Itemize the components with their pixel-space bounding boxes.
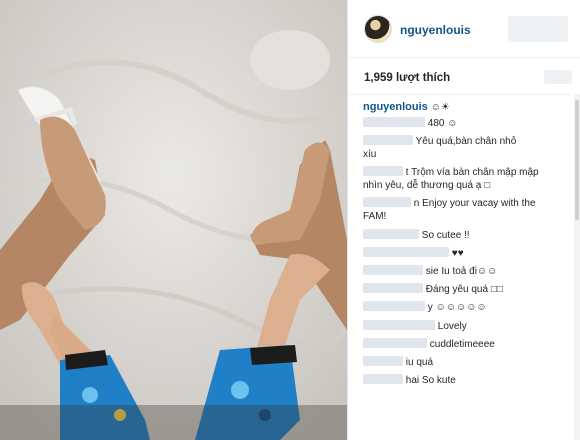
caption-username[interactable]: nguyenlouis <box>363 101 428 113</box>
list-item-continued: FAM! <box>363 210 568 223</box>
blurred-username[interactable] <box>363 247 449 257</box>
scrollbar-thumb[interactable] <box>575 100 579 220</box>
comment-text: t Trộm vía bàn chân mập mập <box>405 167 539 178</box>
list-item: sie Iu toả đi☺☺ <box>363 265 568 278</box>
list-item-continued: nhìn yêu, dễ thương quá ạ □ <box>363 179 568 192</box>
blurred-username[interactable] <box>363 265 423 275</box>
list-item: ♥♥ <box>363 247 568 260</box>
comment-text: nhìn yêu, dễ thương quá ạ □ <box>363 180 491 191</box>
list-item: Yêu quá,bàn chân nhỏ <box>363 135 568 148</box>
caption: nguyenlouis ☺☀ <box>363 101 568 114</box>
list-item: n Enjoy your vacay with the <box>363 197 568 210</box>
post-photo[interactable] <box>0 0 347 440</box>
blurred-username[interactable] <box>363 135 413 145</box>
beach-feet-photo <box>0 0 347 440</box>
blurred-username[interactable] <box>363 301 425 311</box>
comments-list: nguyenlouis ☺☀ 480 ☺ Yêu quá,bàn chân nh… <box>348 94 570 440</box>
list-item: iu quá <box>363 356 568 369</box>
comment-text: Lovely <box>437 321 467 332</box>
blurred-username[interactable] <box>363 338 427 348</box>
comment-text: So cutee !! <box>421 230 470 241</box>
username-link[interactable]: nguyenlouis <box>400 23 471 37</box>
follow-button-blurred[interactable] <box>508 16 568 42</box>
blurred-username[interactable] <box>363 356 403 366</box>
post-sidebar: nguyenlouis 1,959 lượt thích nguyenlouis… <box>347 0 580 440</box>
blurred-username[interactable] <box>363 283 423 293</box>
list-item: hai So kute <box>363 374 568 387</box>
blurred-username[interactable] <box>363 320 435 330</box>
list-item: Lovely <box>363 320 568 333</box>
comment-text: 480 ☺ <box>427 118 458 129</box>
comment-text: y ☺☺☺☺☺ <box>427 302 487 313</box>
comment-text: Đáng yêu quá □□ <box>425 284 503 295</box>
blurred-username[interactable] <box>363 117 425 127</box>
list-item: t Trộm vía bàn chân mập mập <box>363 166 568 179</box>
comment-text: hai So kute <box>405 375 456 386</box>
comment-text: xíu <box>363 149 377 160</box>
list-item: cuddletimeeee <box>363 338 568 351</box>
caption-text: ☺☀ <box>430 102 450 113</box>
comment-text: Yêu quá,bàn chân nhỏ <box>415 136 517 147</box>
list-item: y ☺☺☺☺☺ <box>363 301 568 314</box>
comment-text: ♥♥ <box>451 248 464 259</box>
list-item: 480 ☺ <box>363 117 568 130</box>
comment-text: iu quá <box>405 357 434 368</box>
list-item: Đáng yêu quá □□ <box>363 283 568 296</box>
comments-scrollbar[interactable] <box>574 94 580 440</box>
comment-text: cuddletimeeee <box>429 339 495 350</box>
blurred-username[interactable] <box>363 166 403 176</box>
blurred-username[interactable] <box>363 229 419 239</box>
likes-count[interactable]: 1,959 lượt thích <box>364 72 450 84</box>
profile-avatar[interactable] <box>364 15 392 43</box>
comment-text: FAM! <box>363 211 387 222</box>
more-options-blurred[interactable] <box>544 70 572 84</box>
blurred-username[interactable] <box>363 374 403 384</box>
comment-text: sie Iu toả đi☺☺ <box>425 266 498 277</box>
blurred-username[interactable] <box>363 197 411 207</box>
post-header: nguyenlouis <box>348 0 580 58</box>
list-item-continued: xíu <box>363 148 568 161</box>
list-item: So cutee !! <box>363 229 568 242</box>
comment-text: n Enjoy your vacay with the <box>413 198 536 209</box>
